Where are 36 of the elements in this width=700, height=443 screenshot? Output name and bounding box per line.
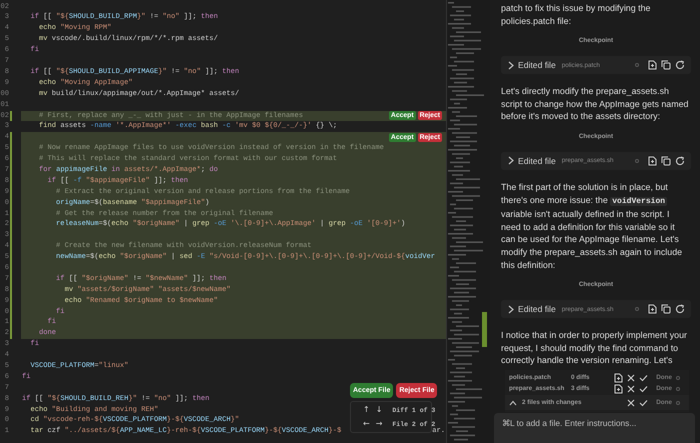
refresh-icon[interactable]: [675, 304, 685, 314]
chevron-right-icon: [508, 304, 514, 314]
file-icon[interactable]: [648, 60, 657, 70]
file-icon[interactable]: [648, 156, 657, 166]
message-text: Let's directly modify the prepare_assets.sh script to change how the AppImage gets named before it's moved to the assets directory:: [501, 85, 690, 123]
arrow-button[interactable]: ↑: [361, 405, 372, 415]
arrow-button[interactable]: →: [374, 419, 384, 429]
refresh-icon[interactable]: [675, 60, 685, 70]
copy-icon[interactable]: [661, 156, 671, 166]
refresh-icon[interactable]: [675, 156, 685, 166]
status-dot-icon: [676, 376, 680, 380]
close-icon[interactable]: [627, 374, 636, 382]
file-icon[interactable]: [614, 372, 624, 382]
message-text: I notice that in order to properly implement your request, I should modify the find command to correctly handle the version renaming. Let's: [501, 329, 688, 367]
message-text: The first part of the solution is in place, but there's one more issue: the voidVersion variable isn't actually defined in the script. I need to add a definition for this variable so it can be used for the AppImage filename. Let's modify the prepare_assets.sh again to include this definition:: [501, 180, 684, 272]
chat-input-field[interactable]: ⌘L to add a file. Enter instructions...: [494, 413, 695, 443]
edited-file-label: Edited file: [518, 60, 556, 70]
close-icon[interactable]: [627, 384, 636, 392]
chevron-right-icon: [508, 60, 514, 70]
copy-icon[interactable]: [661, 304, 671, 314]
message-text: patch to fix this issue by modifying the policies.patch file:: [501, 2, 652, 28]
status-dot-icon: [635, 63, 639, 68]
file-icon[interactable]: [648, 304, 657, 314]
chevron-right-icon: [508, 156, 514, 166]
status-dot-icon: [635, 158, 639, 163]
close-icon[interactable]: [627, 398, 636, 406]
edited-file-label: Edited file: [518, 156, 556, 166]
arrow-button[interactable]: ↓: [374, 405, 384, 415]
chevron-up-icon[interactable]: [509, 400, 517, 406]
status-dot-icon: [676, 400, 680, 404]
status-dot-icon: [676, 386, 680, 390]
edited-file-label: Edited file: [518, 304, 556, 314]
arrow-button[interactable]: ←: [361, 419, 372, 429]
status-dot-icon: [635, 307, 639, 312]
file-icon[interactable]: [614, 384, 624, 394]
copy-icon[interactable]: [661, 60, 671, 70]
